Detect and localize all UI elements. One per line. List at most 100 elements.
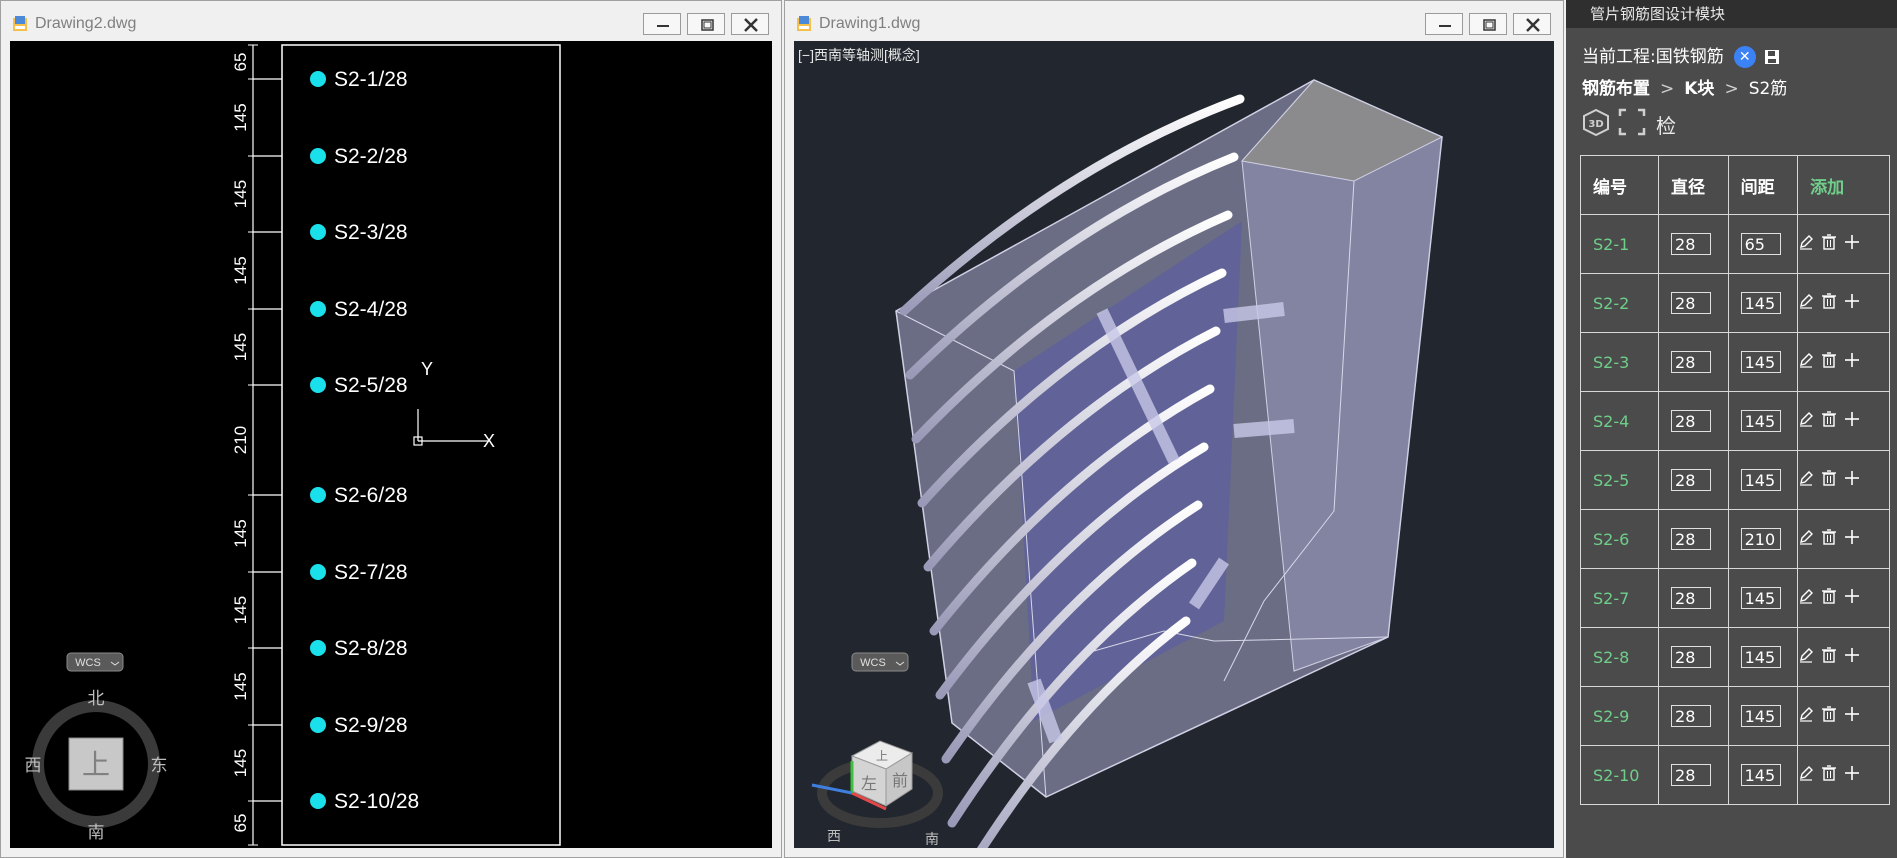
row-id[interactable]: S2-4 — [1579, 391, 1660, 451]
compass-west[interactable]: 西 — [25, 756, 42, 776]
rebar-marker[interactable] — [310, 301, 326, 317]
diameter-input[interactable]: 28 — [1671, 351, 1712, 373]
spacing-input[interactable]: 145 — [1740, 351, 1781, 373]
spacing-input[interactable]: 145 — [1740, 292, 1781, 314]
breadcrumb-item[interactable]: S2筋 — [1749, 79, 1788, 99]
spacing-input[interactable]: 145 — [1740, 705, 1781, 727]
close-project-icon[interactable]: ✕ — [1733, 46, 1756, 68]
spacing-input[interactable]: 210 — [1740, 528, 1781, 550]
breadcrumb-item[interactable]: K块 — [1684, 79, 1714, 99]
trash-icon[interactable] — [1821, 764, 1837, 786]
trash-icon[interactable] — [1821, 528, 1837, 550]
rebar-label[interactable]: S2-9/28 — [334, 714, 408, 737]
trash-icon[interactable] — [1821, 646, 1837, 668]
spacing-input[interactable]: 145 — [1740, 646, 1781, 668]
plus-icon[interactable] — [1844, 470, 1860, 491]
edit-icon[interactable] — [1798, 293, 1814, 314]
trash-icon[interactable] — [1821, 705, 1837, 727]
trash-icon[interactable] — [1821, 233, 1837, 255]
diameter-input[interactable]: 28 — [1671, 528, 1712, 550]
trash-icon[interactable] — [1821, 351, 1837, 373]
drawing1-titlebar[interactable]: Drawing1.dwg — [785, 1, 1563, 41]
rebar-section-drawing[interactable]: S2-1/28 S2-2/28 S2-3/28 S2-4/28 S2-5/28 S2-6/… — [10, 41, 772, 848]
rebar-label[interactable]: S2-5/28 — [334, 374, 408, 397]
rebar-marker[interactable] — [310, 717, 326, 733]
trash-icon[interactable] — [1821, 587, 1837, 609]
row-id[interactable]: S2-9 — [1579, 686, 1660, 746]
rebar-marker[interactable] — [310, 793, 326, 809]
minimize-button[interactable] — [643, 13, 681, 35]
spacing-input[interactable]: 145 — [1740, 764, 1781, 786]
rebar-label[interactable]: S2-2/28 — [334, 145, 408, 168]
drawing2-titlebar[interactable]: Drawing2.dwg — [1, 1, 781, 41]
plus-icon[interactable] — [1844, 529, 1860, 550]
segment-3d-model[interactable]: WCS 上 左 前 西 南 — [794, 41, 1554, 848]
row-id[interactable]: S2-6 — [1579, 509, 1660, 569]
compass-east[interactable]: 东 — [151, 756, 168, 776]
compass-south[interactable]: 南 — [88, 823, 105, 843]
diameter-input[interactable]: 28 — [1671, 410, 1712, 432]
3d-view-icon[interactable]: 3D — [1582, 108, 1610, 136]
edit-icon[interactable] — [1798, 529, 1814, 550]
rebar-label[interactable]: S2-3/28 — [334, 221, 408, 244]
plus-icon[interactable] — [1844, 352, 1860, 373]
rebar-marker[interactable] — [310, 377, 326, 393]
close-button[interactable] — [731, 13, 769, 35]
row-id[interactable]: S2-2 — [1579, 273, 1660, 333]
rebar-label[interactable]: S2-1/28 — [334, 68, 408, 91]
row-id[interactable]: S2-5 — [1579, 450, 1660, 510]
edit-icon[interactable] — [1798, 411, 1814, 432]
row-id[interactable]: S2-3 — [1579, 332, 1660, 392]
rebar-marker[interactable] — [310, 224, 326, 240]
edit-icon[interactable] — [1798, 765, 1814, 786]
rebar-label[interactable]: S2-4/28 — [334, 298, 408, 321]
drawing2-canvas[interactable]: S2-1/28 S2-2/28 S2-3/28 S2-4/28 S2-5/28 S2-6/… — [10, 41, 772, 848]
plus-icon[interactable] — [1844, 234, 1860, 255]
spacing-input[interactable]: 145 — [1740, 587, 1781, 609]
rebar-marker[interactable] — [310, 487, 326, 503]
edit-icon[interactable] — [1798, 588, 1814, 609]
maximize-button[interactable] — [687, 13, 725, 35]
edit-icon[interactable] — [1798, 470, 1814, 491]
check-button[interactable]: 检 — [1656, 110, 1676, 139]
rebar-marker[interactable] — [310, 640, 326, 656]
plus-icon[interactable] — [1844, 588, 1860, 609]
edit-icon[interactable] — [1798, 706, 1814, 727]
plus-icon[interactable] — [1844, 411, 1860, 432]
trash-icon[interactable] — [1821, 410, 1837, 432]
rebar-marker[interactable] — [310, 148, 326, 164]
rebar-label[interactable]: S2-7/28 — [334, 561, 408, 584]
plus-icon[interactable] — [1844, 765, 1860, 786]
row-id[interactable]: S2-7 — [1579, 568, 1660, 628]
spacing-input[interactable]: 145 — [1740, 410, 1781, 432]
row-id[interactable]: S2-10 — [1579, 745, 1660, 805]
rebar-label[interactable]: S2-8/28 — [334, 637, 408, 660]
maximize-button[interactable] — [1469, 13, 1507, 35]
edit-icon[interactable] — [1798, 234, 1814, 255]
rebar-marker[interactable] — [310, 564, 326, 580]
spacing-input[interactable]: 145 — [1740, 469, 1781, 491]
frame-select-icon[interactable] — [1618, 108, 1646, 136]
diameter-input[interactable]: 28 — [1671, 587, 1712, 609]
drawing1-canvas[interactable]: [−]西南等轴测[概念] WCS 上 左 前 西 南 — [794, 41, 1554, 848]
diameter-input[interactable]: 28 — [1671, 469, 1712, 491]
row-id[interactable]: S2-8 — [1579, 627, 1660, 687]
view-compass[interactable]: WCS 上 北 南 东 西 — [25, 652, 168, 843]
diameter-input[interactable]: 28 — [1671, 292, 1712, 314]
diameter-input[interactable]: 28 — [1671, 646, 1712, 668]
diameter-input[interactable]: 28 — [1671, 705, 1712, 727]
edit-icon[interactable] — [1798, 352, 1814, 373]
minimize-button[interactable] — [1425, 13, 1463, 35]
plus-icon[interactable] — [1844, 706, 1860, 727]
view-cube-south[interactable]: 南 — [925, 832, 939, 848]
spacing-input[interactable]: 65 — [1740, 233, 1781, 255]
rebar-label[interactable]: S2-6/28 — [334, 484, 408, 507]
add-row-button[interactable]: 添加 — [1797, 155, 1890, 215]
trash-icon[interactable] — [1821, 469, 1837, 491]
trash-icon[interactable] — [1821, 292, 1837, 314]
compass-north[interactable]: 北 — [88, 689, 105, 709]
diameter-input[interactable]: 28 — [1671, 764, 1712, 786]
diameter-input[interactable]: 28 — [1671, 233, 1712, 255]
view-cube[interactable]: 上 左 前 西 南 — [811, 740, 943, 848]
row-id[interactable]: S2-1 — [1579, 214, 1660, 274]
